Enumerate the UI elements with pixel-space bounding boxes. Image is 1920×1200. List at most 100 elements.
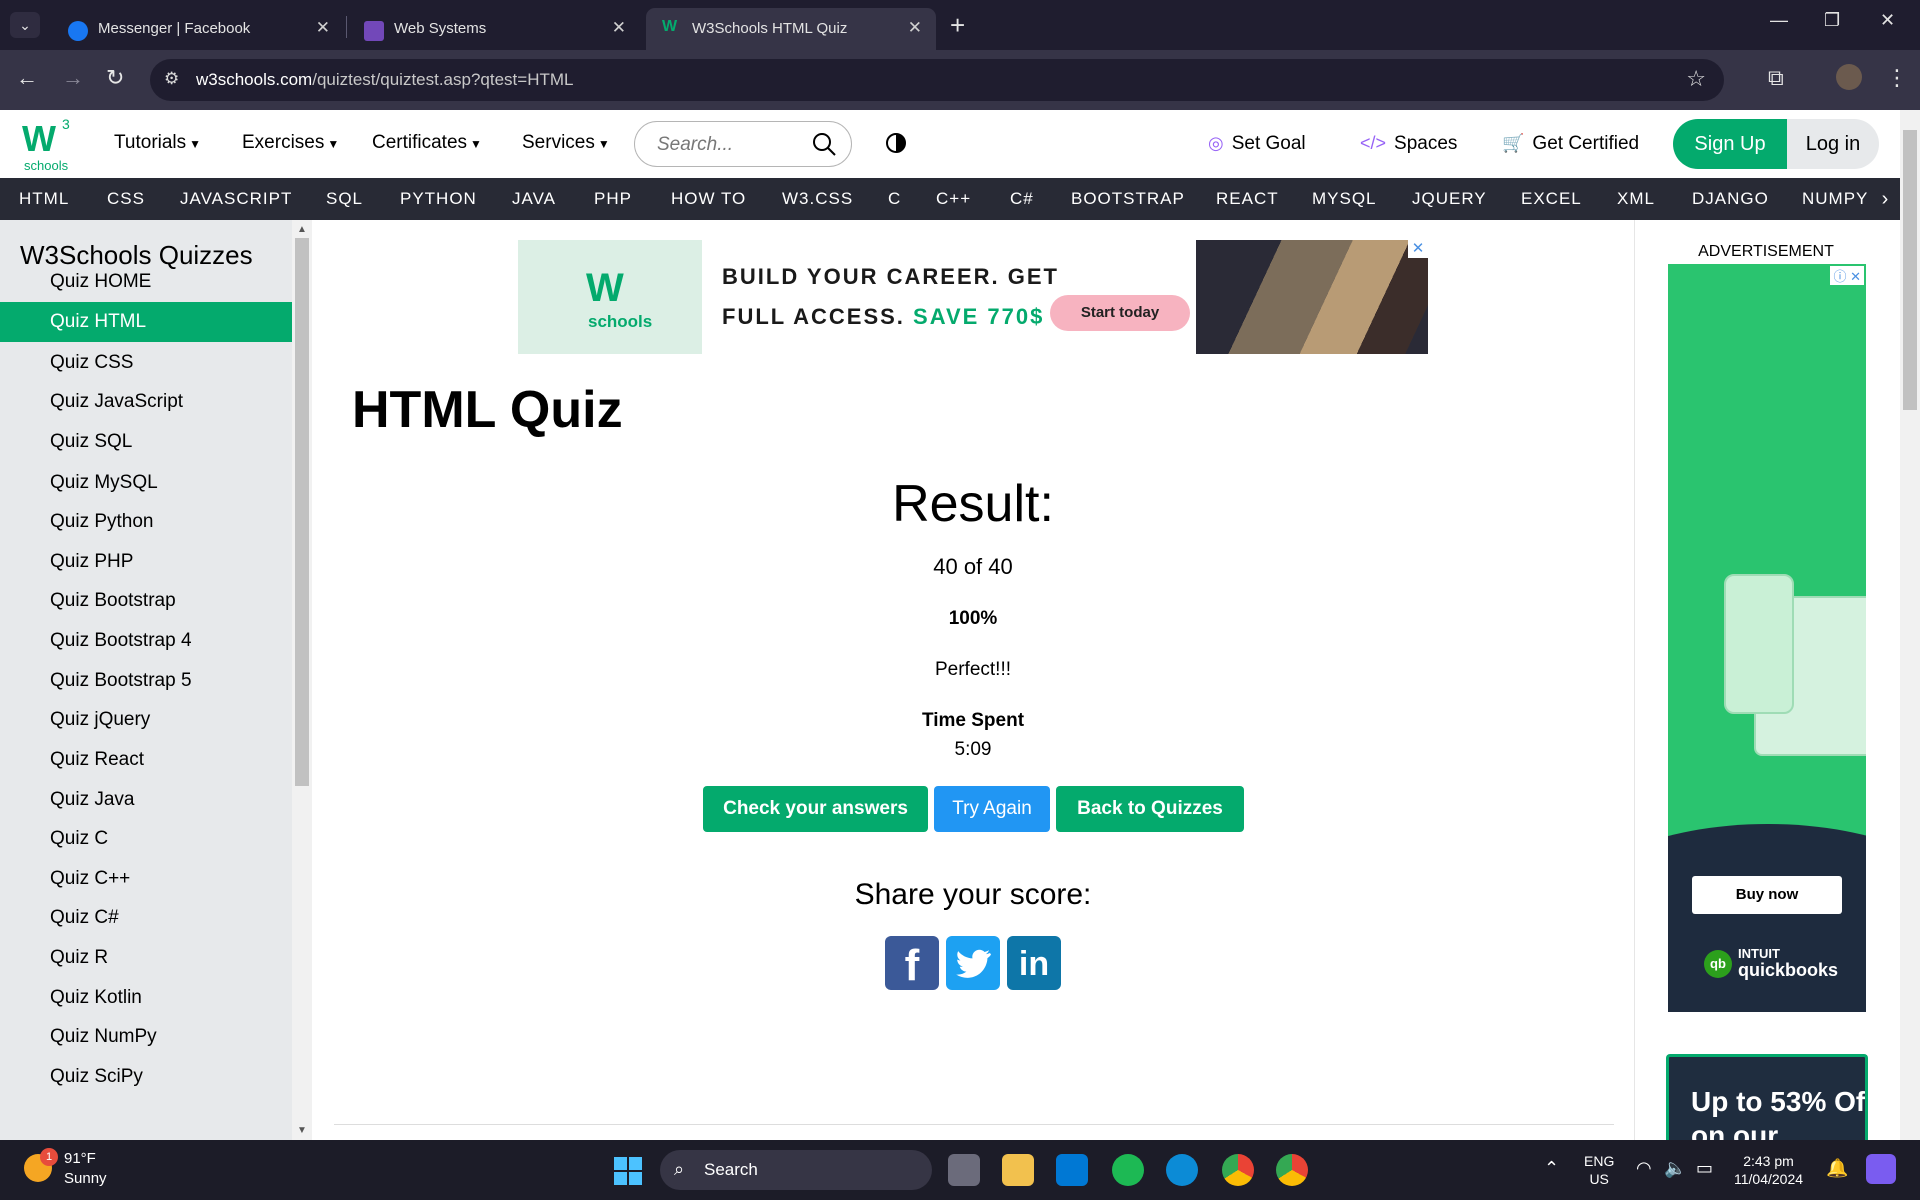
windows-start-icon[interactable]	[614, 1157, 642, 1185]
topnav-item-jquery[interactable]: JQUERY	[1412, 189, 1487, 209]
profile-avatar[interactable]	[1836, 64, 1862, 90]
topnav-item-react[interactable]: REACT	[1216, 189, 1279, 209]
topnav-item-numpy[interactable]: NUMPY	[1802, 189, 1868, 209]
topnav-item-javascript[interactable]: JAVASCRIPT	[180, 189, 292, 209]
sidebar-item-quiz-numpy[interactable]: Quiz NumPy	[0, 1017, 292, 1057]
back-to-quizzes-button[interactable]: Back to Quizzes	[1056, 786, 1244, 832]
topnav-item-how-to[interactable]: HOW TO	[671, 189, 746, 209]
buy-now-button[interactable]: Buy now	[1692, 876, 1842, 914]
restore-icon[interactable]: ❐	[1824, 10, 1840, 31]
site-search-input[interactable]: Search...	[634, 121, 852, 167]
topnav-item-cpp[interactable]: C++	[936, 189, 971, 209]
taskbar-search[interactable]: ⌕ Search	[660, 1150, 932, 1190]
sidebar-item-quiz-scipy[interactable]: Quiz SciPy	[0, 1057, 292, 1097]
topnav-item-sql[interactable]: SQL	[326, 189, 363, 209]
sidebar-item-quiz-r[interactable]: Quiz R	[0, 938, 292, 978]
try-again-button[interactable]: Try Again	[934, 786, 1050, 832]
w3schools-logo[interactable]: W 3 schools	[20, 116, 80, 173]
sidebar-item-quiz-c[interactable]: Quiz C#	[0, 898, 292, 938]
linkedin-share-icon[interactable]: in	[1007, 936, 1061, 990]
topnav-item-csharp[interactable]: C#	[1010, 189, 1034, 209]
sidebar-item-quiz-html[interactable]: Quiz HTML	[0, 302, 292, 342]
site-info-icon[interactable]: ⚙	[164, 69, 179, 89]
sidebar-item-quiz-react[interactable]: Quiz React	[0, 740, 292, 780]
tab-web-systems[interactable]: Web Systems ✕	[348, 8, 640, 50]
ad-start-today-button[interactable]: Start today	[1050, 295, 1190, 331]
chevron-right-icon[interactable]: ›	[1870, 178, 1900, 220]
ad-close-icon[interactable]: ✕	[1408, 240, 1428, 258]
sidebar-item-quiz-kotlin[interactable]: Quiz Kotlin	[0, 978, 292, 1018]
sidebar-item-quiz-css[interactable]: Quiz CSS	[0, 343, 292, 383]
tab-search-dropdown[interactable]: ⌄	[10, 12, 40, 38]
search-icon[interactable]	[811, 131, 837, 157]
topnav-item-xml[interactable]: XML	[1617, 189, 1655, 209]
log-in-button[interactable]: Log in	[1787, 119, 1879, 169]
topnav-item-excel[interactable]: EXCEL	[1521, 189, 1582, 209]
topnav-item-php[interactable]: PHP	[594, 189, 632, 209]
close-tab-icon[interactable]: ✕	[612, 18, 626, 38]
microsoft-store-icon[interactable]	[1056, 1154, 1088, 1186]
tray-overflow-icon[interactable]: ⌃	[1544, 1158, 1559, 1179]
close-tab-icon[interactable]: ✕	[908, 18, 922, 38]
sidebar-item-quiz-javascript[interactable]: Quiz JavaScript	[0, 382, 292, 422]
promo-ad[interactable]: Up to 53% Off on our	[1666, 1054, 1868, 1140]
browser-menu-icon[interactable]: ⋮	[1886, 65, 1908, 91]
tab-messenger[interactable]: Messenger | Facebook ✕	[52, 8, 344, 50]
chrome-icon[interactable]	[1222, 1154, 1254, 1186]
bookmark-star-icon[interactable]: ☆	[1686, 66, 1706, 92]
volume-icon[interactable]: 🔈	[1664, 1158, 1686, 1179]
task-view-icon[interactable]	[948, 1154, 980, 1186]
new-tab-button[interactable]: +	[950, 10, 965, 41]
twitter-share-icon[interactable]	[946, 936, 1000, 990]
topnav-item-django[interactable]: DJANGO	[1692, 189, 1769, 209]
sidebar-item-quiz-c[interactable]: Quiz C	[0, 819, 292, 859]
sidebar-item-quiz-java[interactable]: Quiz Java	[0, 780, 292, 820]
spaces-link[interactable]: </> Spaces	[1360, 133, 1457, 155]
menu-exercises[interactable]: Exercises ▼	[242, 132, 339, 154]
page-scrollbar[interactable]	[1900, 110, 1920, 1140]
scroll-up-icon[interactable]: ▲	[297, 224, 307, 235]
quickbooks-ad[interactable]: Buy now qb INTUIT quickbooks ⓘ ✕	[1668, 264, 1866, 1012]
chrome-active-icon[interactable]	[1276, 1154, 1308, 1186]
sidebar-item-quiz-sql[interactable]: Quiz SQL	[0, 422, 292, 462]
sidebar-item-quiz-mysql[interactable]: Quiz MySQL	[0, 463, 292, 503]
language-indicator[interactable]: ENG US	[1584, 1152, 1614, 1188]
banner-ad[interactable]: W schools BUILD YOUR CAREER. GET FULL AC…	[518, 240, 1428, 354]
wifi-icon[interactable]: ◠	[1636, 1158, 1652, 1179]
close-tab-icon[interactable]: ✕	[316, 18, 330, 38]
sidebar-item-quiz-bootstrap-4[interactable]: Quiz Bootstrap 4	[0, 621, 292, 661]
notifications-bell-icon[interactable]: 🔔	[1826, 1158, 1848, 1179]
facebook-share-icon[interactable]: f	[885, 936, 939, 990]
reload-icon[interactable]: ↻	[106, 65, 124, 91]
topnav-item-bootstrap[interactable]: BOOTSTRAP	[1071, 189, 1185, 209]
get-certified-link[interactable]: 🛒 Get Certified	[1502, 133, 1639, 155]
sidebar-scrollbar[interactable]: ▲ ▼	[292, 220, 312, 1140]
dark-mode-toggle-icon[interactable]	[886, 133, 906, 153]
topnav-item-python[interactable]: PYTHON	[400, 189, 477, 209]
tab-w3schools-quiz[interactable]: W W3Schools HTML Quiz ✕	[646, 8, 936, 50]
address-bar[interactable]: ⚙ w3schools.com/quiztest/quiztest.asp?qt…	[150, 59, 1724, 101]
extensions-icon[interactable]: ⧉	[1768, 65, 1784, 91]
page-scroll-thumb[interactable]	[1903, 130, 1917, 410]
topnav-item-html[interactable]: HTML	[19, 189, 69, 209]
sidebar-scroll-thumb[interactable]	[295, 238, 309, 786]
sidebar-item-quiz-php[interactable]: Quiz PHP	[0, 542, 292, 582]
back-icon[interactable]: ←	[16, 65, 38, 91]
scroll-down-icon[interactable]: ▼	[297, 1125, 307, 1136]
minimize-icon[interactable]: —	[1770, 10, 1788, 31]
topnav-item-mysql[interactable]: MYSQL	[1312, 189, 1377, 209]
file-explorer-icon[interactable]	[1002, 1154, 1034, 1186]
close-window-icon[interactable]: ✕	[1880, 10, 1895, 31]
check-answers-button[interactable]: Check your answers	[703, 786, 928, 832]
sidebar-item-quiz-home[interactable]: Quiz HOME	[0, 262, 292, 302]
menu-tutorials[interactable]: Tutorials ▼	[114, 132, 201, 154]
set-goal-link[interactable]: ◎ Set Goal	[1208, 133, 1306, 155]
sidebar-item-quiz-jquery[interactable]: Quiz jQuery	[0, 700, 292, 740]
sidebar-item-quiz-python[interactable]: Quiz Python	[0, 502, 292, 542]
copilot-icon[interactable]	[1866, 1154, 1896, 1184]
sidebar-item-quiz-bootstrap[interactable]: Quiz Bootstrap	[0, 581, 292, 621]
topnav-item-c[interactable]: C	[888, 189, 901, 209]
url-text[interactable]: w3schools.com/quiztest/quiztest.asp?qtes…	[196, 70, 574, 90]
topnav-item-java[interactable]: JAVA	[512, 189, 556, 209]
topnav-item-css[interactable]: CSS	[107, 189, 145, 209]
